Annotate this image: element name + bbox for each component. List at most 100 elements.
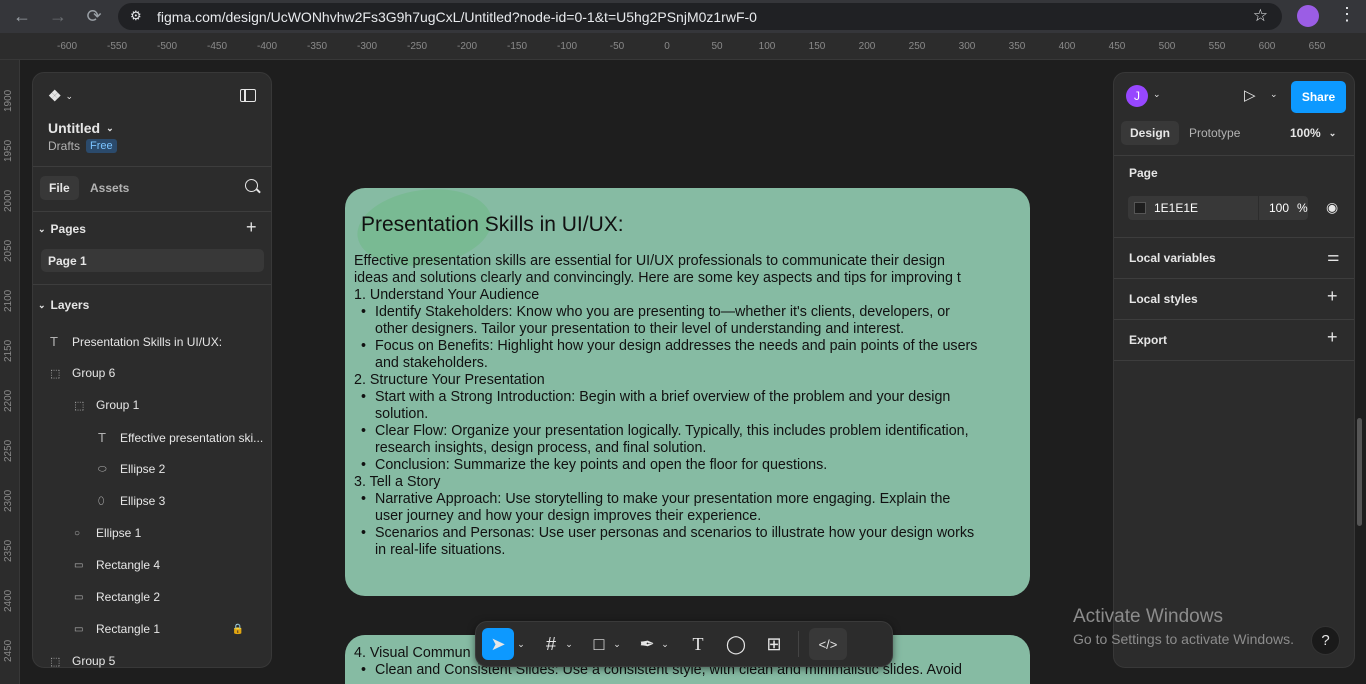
divider (33, 284, 271, 285)
layer-item[interactable]: ⬚ Group 6 (50, 366, 115, 380)
text-icon: T (50, 334, 58, 349)
tab-assets[interactable]: Assets (90, 176, 129, 200)
user-avatar[interactable]: J (1126, 85, 1148, 107)
bullet-item: Identify Stakeholders: Know who you are … (354, 304, 1030, 338)
content-frame[interactable]: Presentation Skills in UI/UX: Effective … (345, 188, 1030, 596)
layer-item[interactable]: ⬭ Ellipse 2 (98, 462, 165, 476)
chevron-down-icon[interactable]: ⌄ (610, 628, 624, 660)
watermark-title: Activate Windows (1073, 606, 1223, 627)
layer-item[interactable]: T Presentation Skills in UI/UX: (50, 334, 222, 349)
ruler-tick-label: 250 (908, 41, 926, 52)
page-opacity-value[interactable]: 100 (1269, 201, 1289, 215)
chevron-down-icon: ⌄ (1328, 127, 1337, 138)
layer-item[interactable]: ▭ Rectangle 1 🔒 (74, 622, 244, 636)
page-item-page-1[interactable]: Page 1 (41, 249, 264, 272)
browser-menu-icon[interactable]: ⋮ (1338, 4, 1356, 25)
layer-item[interactable]: ▭ Rectangle 4 (74, 558, 160, 572)
add-style-icon[interactable]: + (1327, 286, 1338, 307)
page-color-value[interactable]: 1E1E1E (1154, 201, 1198, 215)
main-menu-button[interactable]: ❖ ⌄ (48, 87, 73, 105)
help-button[interactable]: ? (1311, 626, 1340, 655)
reload-icon[interactable]: ⟳ (82, 4, 106, 28)
tab-design[interactable]: Design (1121, 121, 1180, 145)
bullet-item: Clear Flow: Organize your presentation l… (354, 423, 1030, 457)
ruler-tick-label: -100 (556, 41, 578, 52)
section-heading: 2. Structure Your Presentation (354, 372, 545, 388)
tab-prototype[interactable]: Prototype (1189, 121, 1240, 145)
tab-file[interactable]: File (40, 176, 79, 200)
ruler-tick-label: -150 (506, 41, 528, 52)
pages-section-header[interactable]: ⌄ Pages (38, 222, 86, 236)
move-tool-icon[interactable]: ➤ (482, 628, 514, 660)
ellipse-icon: ○ (74, 527, 81, 539)
page-color-field[interactable]: 1E1E1E 100 % (1128, 196, 1308, 220)
eye-icon[interactable]: ◉ (1326, 199, 1338, 216)
pen-tool-icon[interactable]: ✒ (636, 628, 658, 660)
ruler-tick-label: 2100 (3, 289, 14, 312)
layer-item[interactable]: ○ Ellipse 1 (74, 526, 141, 540)
frame-title[interactable]: Presentation Skills in UI/UX: (361, 213, 624, 237)
site-info-icon[interactable]: ⚙ (130, 8, 142, 24)
file-name[interactable]: Untitled ⌄ (48, 120, 114, 136)
add-export-icon[interactable]: + (1327, 327, 1338, 348)
bullet-item: Start with a Strong Introduction: Begin … (354, 389, 1030, 423)
chevron-down-icon[interactable]: ⌄ (658, 628, 672, 660)
vertical-scrollbar[interactable] (1357, 418, 1362, 526)
zoom-dropdown[interactable]: 100% ⌄ (1290, 121, 1336, 145)
add-page-icon[interactable]: + (246, 217, 257, 238)
address-bar[interactable]: ⚙ figma.com/design/UcWONhvhw2Fs3G9h7ugCx… (118, 3, 1282, 30)
back-arrow-icon[interactable]: ← (10, 4, 34, 28)
present-play-icon[interactable]: ▷ (1244, 86, 1256, 104)
divider (1114, 237, 1354, 238)
ruler-tick-label: -400 (256, 41, 278, 52)
export-label[interactable]: Export (1129, 333, 1167, 347)
page-section-title: Page (1129, 166, 1158, 180)
browser-toolbar: ← → ⟳ ⚙ figma.com/design/UcWONhvhw2Fs3G9… (0, 0, 1366, 33)
local-variables-label[interactable]: Local variables (1129, 251, 1216, 265)
forward-arrow-icon[interactable]: → (46, 4, 70, 28)
profile-avatar-icon[interactable] (1297, 5, 1319, 27)
chevron-down-icon: ⌄ (65, 90, 73, 101)
frame-tool-icon[interactable]: # (540, 628, 562, 660)
sidebar-toggle-icon[interactable] (240, 89, 256, 102)
chevron-down-icon[interactable]: ⌄ (1270, 89, 1278, 100)
bookmark-star-icon[interactable]: ☆ (1253, 6, 1268, 26)
local-styles-label[interactable]: Local styles (1129, 292, 1198, 306)
search-icon[interactable] (245, 179, 261, 194)
activation-watermark: Activate Windows Go to Settings to activ… (1073, 606, 1294, 647)
ruler-tick-label: 2150 (3, 339, 14, 362)
text-tool-icon[interactable]: T (686, 628, 710, 660)
layer-item[interactable]: ⬚ Group 1 (74, 398, 139, 412)
comment-tool-icon[interactable]: ◯ (724, 628, 748, 660)
chevron-down-icon[interactable]: ⌄ (1153, 89, 1161, 100)
ruler-tick-label: 400 (1058, 41, 1076, 52)
layer-item[interactable]: ⬚ Group 5 (50, 654, 115, 668)
chevron-down-icon[interactable]: ⌄ (562, 628, 576, 660)
rectangle-icon: ▭ (74, 559, 84, 571)
ruler-tick-label: 0 (664, 41, 670, 52)
divider (1114, 360, 1354, 361)
ruler-tick-label: 350 (1008, 41, 1026, 52)
lock-icon[interactable]: 🔒 (232, 624, 244, 635)
variables-icon[interactable]: ⚌ (1327, 248, 1340, 265)
share-button[interactable]: Share (1291, 81, 1346, 113)
color-swatch[interactable] (1134, 202, 1146, 214)
dev-mode-icon[interactable]: </> (809, 628, 847, 660)
bullet-item: Narrative Approach: Use storytelling to … (354, 491, 1030, 525)
layer-item[interactable]: T Effective presentation ski... (98, 430, 263, 445)
chevron-down-icon: ⌄ (106, 122, 114, 133)
layer-item[interactable]: ⬯ Ellipse 3 (98, 494, 165, 508)
rectangle-icon: ▭ (74, 623, 84, 635)
rectangle-tool-icon[interactable]: □ (588, 628, 610, 660)
layers-section-header[interactable]: ⌄ Layers (38, 298, 89, 312)
ruler-tick-label: 550 (1208, 41, 1226, 52)
watermark-subtitle: Go to Settings to activate Windows. (1073, 631, 1294, 647)
chevron-down-icon[interactable]: ⌄ (514, 628, 528, 660)
file-location[interactable]: Drafts Free (48, 139, 117, 153)
properties-panel: J ⌄ ▷ ⌄ Share Design Prototype 100% ⌄ Pag… (1113, 72, 1355, 668)
layer-item[interactable]: ▭ Rectangle 2 (74, 590, 160, 604)
actions-tool-icon[interactable]: ⊞ (762, 628, 786, 660)
frame-body-text[interactable]: Effective presentation skills are essent… (354, 253, 1030, 559)
ruler-tick-label: -300 (356, 41, 378, 52)
ruler-tick-label: 2300 (3, 489, 14, 512)
